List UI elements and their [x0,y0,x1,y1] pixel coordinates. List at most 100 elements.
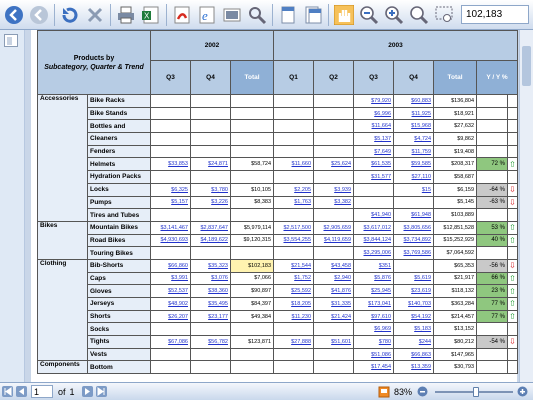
value-link[interactable]: $31,335 [313,297,355,311]
column-header[interactable]: Q3 [150,60,191,95]
value-link[interactable]: $52,537 [150,284,191,298]
print-icon[interactable] [114,3,138,27]
value-link[interactable]: $48,902 [150,297,191,311]
value-link[interactable]: $5,876 [353,271,395,286]
value-link[interactable]: $51,086 [353,347,395,362]
scrollbar-thumb[interactable] [522,46,531,86]
export-pdf-icon[interactable] [170,3,194,27]
value-link[interactable]: $5,183 [393,322,435,337]
value-link[interactable]: $4,930,693 [150,233,191,248]
value-link[interactable]: $3,382 [313,195,355,210]
value-link[interactable]: $13,359 [393,360,435,375]
export-excel-icon[interactable]: X [139,3,163,27]
zoom-select-icon[interactable] [432,3,456,27]
column-header[interactable]: Q1 [273,60,315,95]
first-page-icon[interactable] [2,3,26,27]
zoom-out-icon[interactable] [357,3,381,27]
value-link[interactable]: $61,535 [353,157,395,172]
value-link[interactable]: $6,969 [353,322,395,337]
first-page-button[interactable] [1,385,14,398]
value-link[interactable]: $3,617,012 [353,220,395,235]
value-link[interactable]: $2,940 [313,271,355,286]
value-link[interactable]: $51,601 [313,335,355,349]
value-link[interactable]: $11,660 [273,157,315,172]
value-link[interactable]: $27,110 [393,170,435,184]
value-link[interactable]: $66,863 [393,347,435,362]
value-link[interactable]: $3,141,467 [150,220,191,235]
value-link[interactable]: $38,360 [190,284,231,298]
value-link[interactable]: $61,948 [393,208,435,222]
value-link[interactable]: $5,137 [353,132,395,146]
value-link[interactable]: $23,177 [190,309,231,324]
value-link[interactable]: $33,853 [150,157,191,172]
value-link[interactable]: $2,905,659 [313,220,355,235]
value-link[interactable]: $7,649 [353,144,395,159]
value-link[interactable]: $11,759 [393,144,435,159]
column-header[interactable]: Q4 [393,60,435,95]
value-link[interactable]: $54,192 [393,309,435,324]
previous-page-icon[interactable] [27,3,51,27]
zoom-slider[interactable] [435,386,513,398]
page-setup-icon[interactable] [378,385,391,398]
value-link[interactable]: $11,925 [393,106,435,121]
value-link[interactable]: $41,876 [313,284,355,298]
previous-page-button[interactable] [15,385,28,398]
zoom-slider-knob[interactable] [473,386,479,397]
value-link[interactable]: $3,769,586 [393,246,435,260]
value-link[interactable]: $79,920 [353,94,395,108]
zoom-value-input[interactable] [461,5,529,24]
value-link[interactable]: $3,226 [190,195,231,210]
value-link[interactable]: $56,782 [190,335,231,349]
value-link[interactable]: $41,940 [353,208,395,222]
value-link[interactable]: $3,939 [313,182,355,197]
column-header[interactable]: Q4 [190,60,231,95]
value-link[interactable]: $3,991 [150,271,191,286]
value-link[interactable]: $780 [353,335,395,349]
value-link[interactable]: $140,703 [393,297,435,311]
value-link[interactable]: $21,424 [313,309,355,324]
column-header[interactable]: Q3 [353,60,395,95]
value-link[interactable]: $31,577 [353,170,395,184]
value-link[interactable]: $15 [393,182,435,197]
value-link[interactable]: $3,734,892 [393,233,435,248]
value-link[interactable]: $2,517,500 [273,220,315,235]
value-link[interactable]: $173,041 [353,297,395,311]
value-link[interactable]: $21,544 [273,258,315,273]
value-link[interactable]: $59,585 [393,157,435,172]
value-link[interactable]: $66,860 [150,258,191,273]
value-link[interactable]: $35,495 [190,297,231,311]
value-link[interactable]: $17,454 [353,360,395,375]
value-link[interactable]: $1,763 [273,195,315,210]
export-image-icon[interactable] [220,3,244,27]
value-link[interactable]: $6,325 [150,182,191,197]
value-link[interactable]: $25,945 [353,284,395,298]
column-header[interactable]: Q2 [313,60,355,95]
value-link[interactable]: $15,968 [393,119,435,134]
value-link[interactable]: $35,323 [190,258,231,273]
year-header-2003[interactable]: 2003 [273,30,519,61]
value-link[interactable]: $23,619 [393,284,435,298]
export-html-icon[interactable]: e [195,3,219,27]
continuous-pages-icon[interactable] [301,3,325,27]
last-page-button[interactable] [95,385,108,398]
zoom-out-icon[interactable] [416,385,429,398]
value-link[interactable]: $3,295,006 [353,246,395,260]
value-link[interactable]: $25,592 [273,284,315,298]
zoom-in-icon[interactable] [516,385,529,398]
value-link[interactable]: $244 [393,335,435,349]
value-link[interactable]: $1,752 [273,271,315,286]
value-link[interactable]: $11,230 [273,309,315,324]
value-link[interactable]: $3,554,255 [273,233,315,248]
value-link[interactable]: $3,805,656 [393,220,435,235]
value-link[interactable]: $43,458 [313,258,355,273]
page-number-input[interactable] [31,385,53,398]
refresh-icon[interactable] [58,3,82,27]
value-link[interactable]: $4,119,659 [313,233,355,248]
year-header-2002[interactable]: 2002 [149,30,275,61]
value-link[interactable]: $26,207 [150,309,191,324]
value-link[interactable]: $2,205 [273,182,315,197]
vertical-scrollbar[interactable] [519,30,533,382]
value-link[interactable]: $3,844,124 [353,233,395,248]
zoom-tool-icon[interactable] [407,3,431,27]
value-link[interactable]: $2,837,647 [190,220,231,235]
